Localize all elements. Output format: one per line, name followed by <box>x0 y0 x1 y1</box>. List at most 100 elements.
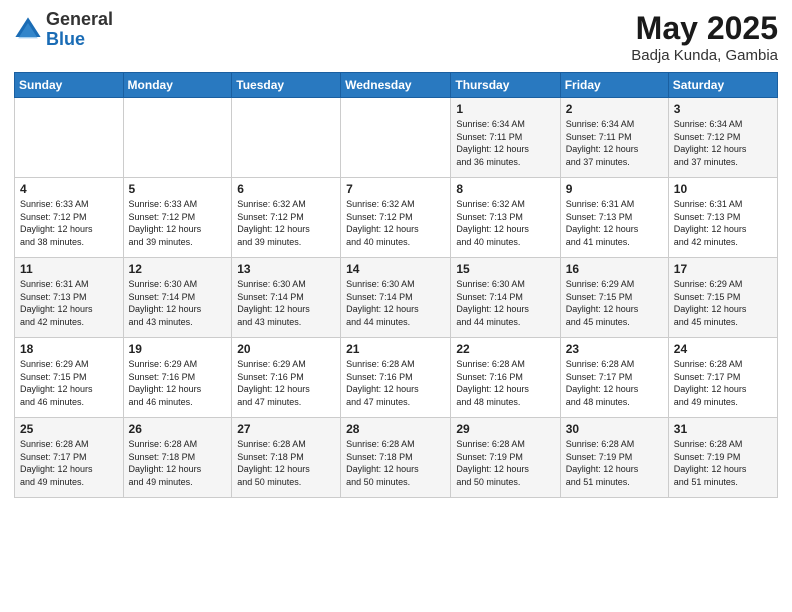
calendar-cell: 17 Sunrise: 6:29 AM Sunset: 7:15 PM Dayli… <box>668 258 777 338</box>
day-detail: Sunrise: 6:31 AM Sunset: 7:13 PM Dayligh… <box>566 198 663 248</box>
calendar-cell <box>232 98 341 178</box>
day-detail: Sunrise: 6:33 AM Sunset: 7:12 PM Dayligh… <box>20 198 118 248</box>
day-detail: Sunrise: 6:28 AM Sunset: 7:16 PM Dayligh… <box>346 358 445 408</box>
calendar-week-1: 1 Sunrise: 6:34 AM Sunset: 7:11 PM Daylig… <box>15 98 778 178</box>
day-detail: Sunrise: 6:32 AM Sunset: 7:13 PM Dayligh… <box>456 198 554 248</box>
day-detail: Sunrise: 6:30 AM Sunset: 7:14 PM Dayligh… <box>237 278 335 328</box>
day-number: 28 <box>346 422 445 436</box>
day-number: 31 <box>674 422 772 436</box>
day-number: 3 <box>674 102 772 116</box>
col-thursday: Thursday <box>451 73 560 98</box>
subtitle: Badja Kunda, Gambia <box>631 47 778 64</box>
day-number: 6 <box>237 182 335 196</box>
day-number: 14 <box>346 262 445 276</box>
day-detail: Sunrise: 6:29 AM Sunset: 7:15 PM Dayligh… <box>20 358 118 408</box>
day-detail: Sunrise: 6:29 AM Sunset: 7:16 PM Dayligh… <box>129 358 227 408</box>
logo-text: General Blue <box>46 10 113 50</box>
header: General Blue May 2025 Badja Kunda, Gambi… <box>14 10 778 64</box>
calendar-cell <box>15 98 124 178</box>
day-detail: Sunrise: 6:28 AM Sunset: 7:19 PM Dayligh… <box>566 438 663 488</box>
day-detail: Sunrise: 6:28 AM Sunset: 7:17 PM Dayligh… <box>566 358 663 408</box>
day-number: 22 <box>456 342 554 356</box>
calendar-cell: 27 Sunrise: 6:28 AM Sunset: 7:18 PM Dayli… <box>232 418 341 498</box>
day-number: 15 <box>456 262 554 276</box>
calendar-cell: 12 Sunrise: 6:30 AM Sunset: 7:14 PM Dayli… <box>123 258 232 338</box>
day-number: 25 <box>20 422 118 436</box>
day-detail: Sunrise: 6:28 AM Sunset: 7:19 PM Dayligh… <box>674 438 772 488</box>
day-detail: Sunrise: 6:28 AM Sunset: 7:18 PM Dayligh… <box>346 438 445 488</box>
calendar-cell: 1 Sunrise: 6:34 AM Sunset: 7:11 PM Daylig… <box>451 98 560 178</box>
col-sunday: Sunday <box>15 73 124 98</box>
calendar-cell: 8 Sunrise: 6:32 AM Sunset: 7:13 PM Daylig… <box>451 178 560 258</box>
day-detail: Sunrise: 6:29 AM Sunset: 7:15 PM Dayligh… <box>674 278 772 328</box>
col-tuesday: Tuesday <box>232 73 341 98</box>
calendar-cell: 26 Sunrise: 6:28 AM Sunset: 7:18 PM Dayli… <box>123 418 232 498</box>
calendar-week-5: 25 Sunrise: 6:28 AM Sunset: 7:17 PM Dayli… <box>15 418 778 498</box>
calendar-week-4: 18 Sunrise: 6:29 AM Sunset: 7:15 PM Dayli… <box>15 338 778 418</box>
day-number: 29 <box>456 422 554 436</box>
calendar-cell: 30Sunrise: 6:28 AM Sunset: 7:19 PM Dayli… <box>560 418 668 498</box>
day-number: 20 <box>237 342 335 356</box>
day-number: 18 <box>20 342 118 356</box>
calendar-cell: 3Sunrise: 6:34 AM Sunset: 7:12 PM Daylig… <box>668 98 777 178</box>
day-number: 11 <box>20 262 118 276</box>
day-number: 4 <box>20 182 118 196</box>
calendar-cell <box>123 98 232 178</box>
main-title: May 2025 <box>631 10 778 47</box>
day-number: 27 <box>237 422 335 436</box>
calendar-cell: 18 Sunrise: 6:29 AM Sunset: 7:15 PM Dayli… <box>15 338 124 418</box>
day-detail: Sunrise: 6:28 AM Sunset: 7:18 PM Dayligh… <box>129 438 227 488</box>
calendar-cell: 20 Sunrise: 6:29 AM Sunset: 7:16 PM Dayli… <box>232 338 341 418</box>
day-number: 2 <box>566 102 663 116</box>
calendar-cell: 15 Sunrise: 6:30 AM Sunset: 7:14 PM Dayli… <box>451 258 560 338</box>
calendar-header: Sunday Monday Tuesday Wednesday Thursday… <box>15 73 778 98</box>
calendar-cell: 14Sunrise: 6:30 AM Sunset: 7:14 PM Dayli… <box>341 258 451 338</box>
calendar-cell: 13 Sunrise: 6:30 AM Sunset: 7:14 PM Dayli… <box>232 258 341 338</box>
calendar-cell: 22 Sunrise: 6:28 AM Sunset: 7:16 PM Dayli… <box>451 338 560 418</box>
day-detail: Sunrise: 6:33 AM Sunset: 7:12 PM Dayligh… <box>129 198 227 248</box>
day-number: 8 <box>456 182 554 196</box>
day-number: 26 <box>129 422 227 436</box>
day-detail: Sunrise: 6:31 AM Sunset: 7:13 PM Dayligh… <box>674 198 772 248</box>
day-detail: Sunrise: 6:31 AM Sunset: 7:13 PM Dayligh… <box>20 278 118 328</box>
day-detail: Sunrise: 6:28 AM Sunset: 7:19 PM Dayligh… <box>456 438 554 488</box>
day-number: 12 <box>129 262 227 276</box>
calendar-cell <box>341 98 451 178</box>
day-number: 17 <box>674 262 772 276</box>
logo-general: General <box>46 10 113 30</box>
day-number: 1 <box>456 102 554 116</box>
col-friday: Friday <box>560 73 668 98</box>
calendar-week-2: 4 Sunrise: 6:33 AM Sunset: 7:12 PM Daylig… <box>15 178 778 258</box>
day-detail: Sunrise: 6:34 AM Sunset: 7:11 PM Dayligh… <box>566 118 663 168</box>
calendar-cell: 23 Sunrise: 6:28 AM Sunset: 7:17 PM Dayli… <box>560 338 668 418</box>
day-detail: Sunrise: 6:28 AM Sunset: 7:18 PM Dayligh… <box>237 438 335 488</box>
day-detail: Sunrise: 6:28 AM Sunset: 7:16 PM Dayligh… <box>456 358 554 408</box>
calendar-cell: 24Sunrise: 6:28 AM Sunset: 7:17 PM Dayli… <box>668 338 777 418</box>
day-detail: Sunrise: 6:28 AM Sunset: 7:17 PM Dayligh… <box>674 358 772 408</box>
day-detail: Sunrise: 6:29 AM Sunset: 7:16 PM Dayligh… <box>237 358 335 408</box>
calendar-cell: 29 Sunrise: 6:28 AM Sunset: 7:19 PM Dayli… <box>451 418 560 498</box>
calendar-cell: 19 Sunrise: 6:29 AM Sunset: 7:16 PM Dayli… <box>123 338 232 418</box>
day-number: 19 <box>129 342 227 356</box>
logo-blue: Blue <box>46 30 113 50</box>
calendar-cell: 28 Sunrise: 6:28 AM Sunset: 7:18 PM Dayli… <box>341 418 451 498</box>
day-detail: Sunrise: 6:28 AM Sunset: 7:17 PM Dayligh… <box>20 438 118 488</box>
calendar-cell: 25 Sunrise: 6:28 AM Sunset: 7:17 PM Dayli… <box>15 418 124 498</box>
day-number: 7 <box>346 182 445 196</box>
day-number: 13 <box>237 262 335 276</box>
day-number: 10 <box>674 182 772 196</box>
calendar-cell: 21 Sunrise: 6:28 AM Sunset: 7:16 PM Dayli… <box>341 338 451 418</box>
calendar-cell: 7Sunrise: 6:32 AM Sunset: 7:12 PM Daylig… <box>341 178 451 258</box>
logo-icon <box>14 16 42 44</box>
calendar-cell: 2 Sunrise: 6:34 AM Sunset: 7:11 PM Daylig… <box>560 98 668 178</box>
day-number: 5 <box>129 182 227 196</box>
calendar-cell: 9Sunrise: 6:31 AM Sunset: 7:13 PM Daylig… <box>560 178 668 258</box>
day-detail: Sunrise: 6:30 AM Sunset: 7:14 PM Dayligh… <box>456 278 554 328</box>
col-saturday: Saturday <box>668 73 777 98</box>
day-detail: Sunrise: 6:34 AM Sunset: 7:11 PM Dayligh… <box>456 118 554 168</box>
day-number: 21 <box>346 342 445 356</box>
title-block: May 2025 Badja Kunda, Gambia <box>631 10 778 64</box>
day-number: 23 <box>566 342 663 356</box>
calendar-cell: 11 Sunrise: 6:31 AM Sunset: 7:13 PM Dayli… <box>15 258 124 338</box>
day-detail: Sunrise: 6:30 AM Sunset: 7:14 PM Dayligh… <box>129 278 227 328</box>
